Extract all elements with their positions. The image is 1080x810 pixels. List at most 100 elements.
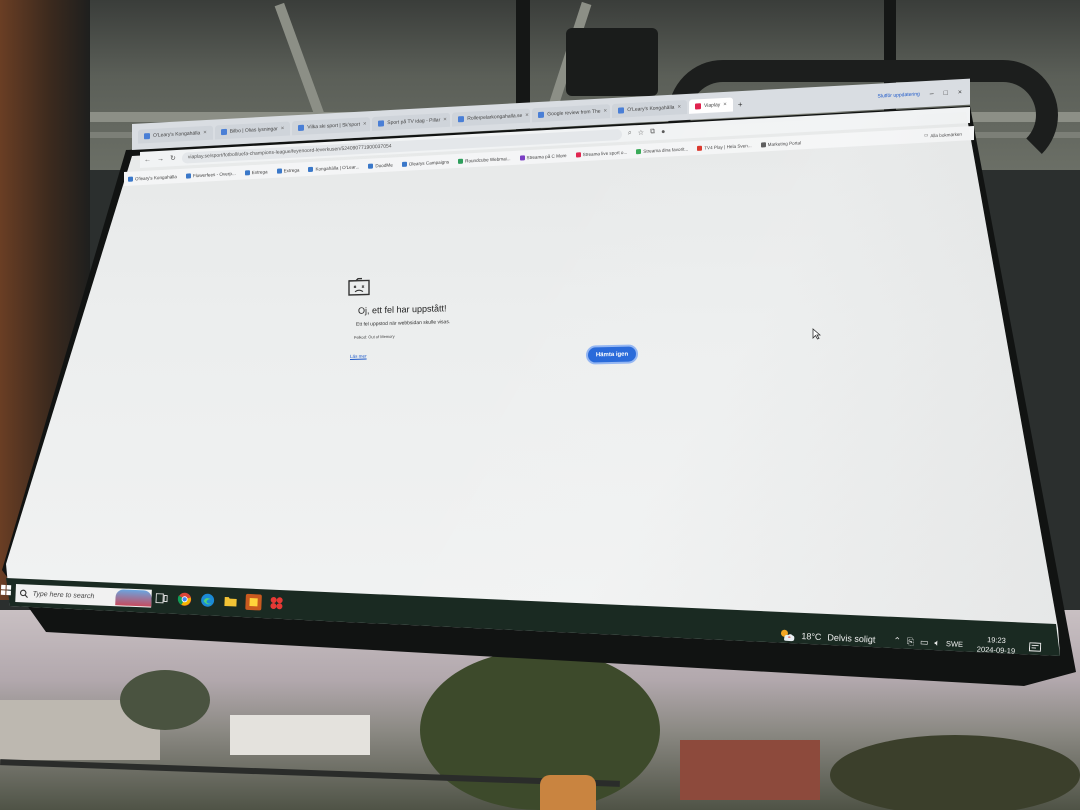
browser-tab[interactable]: Bilbo | Olias lysningar × [214,121,291,140]
tab-favicon [378,120,385,127]
browser-tab[interactable]: Sport på TV idag - Pillar × [372,112,451,131]
sticky-notes-icon[interactable] [245,593,262,611]
close-icon[interactable]: × [525,113,529,119]
tab-favicon [220,128,227,136]
close-icon[interactable]: × [281,126,285,132]
all-bookmarks-folder[interactable]: ▭ Alla bokmärken [924,131,962,139]
building [230,715,370,755]
folder-icon: ▭ [923,132,929,138]
back-arrow-icon[interactable]: ← [144,156,151,163]
task-view-icon[interactable] [153,590,170,607]
bookmark-favicon [636,148,642,154]
learn-more-link[interactable]: Läs mer [350,353,367,358]
building [680,740,820,800]
update-button[interactable]: Slutför uppdatering [878,91,920,99]
profile-icon[interactable]: ● [661,128,665,135]
reload-icon[interactable]: ↻ [170,154,176,162]
bookmark-favicon [276,167,282,174]
close-icon[interactable]: × [723,102,727,108]
bookmark-favicon [401,161,407,167]
bookmark-favicon [697,145,703,151]
weather-partly-sunny-icon[interactable] [779,628,796,643]
browser-tab-active[interactable]: Viaplay × [688,97,733,114]
app-grid-icon[interactable] [268,595,285,612]
bookmark-item[interactable]: Olearys Campaigns [401,159,449,167]
taskbar-clock[interactable]: 19:23 2024-09-19 [977,635,1016,657]
search-placeholder: Type here to search [32,590,95,600]
tab-favicon [694,103,701,110]
network-icon[interactable]: ▭ [920,636,929,647]
edge-icon[interactable] [199,592,216,609]
error-message: Oj, ett fel har uppstått! Ett fel uppsto… [348,272,548,368]
chrome-icon[interactable] [176,591,193,608]
bookmark-item[interactable]: Roundcube Webmai... [458,156,511,164]
bookmark-favicon [244,169,250,175]
tab-favicon [618,107,625,114]
bookmark-favicon [575,151,581,158]
tree [830,735,1080,810]
tab-favicon [458,116,465,123]
search-highlight-icon [115,589,152,607]
error-code: Felkod: Out of Memory [354,333,395,340]
bookmark-item[interactable]: Kongahälla | O'Lear... [308,164,359,172]
bookmark-item[interactable]: Flowerfees - Overp... [185,170,236,179]
mouse-cursor-icon [812,328,821,340]
close-window-icon[interactable]: × [958,89,962,96]
search-icon [20,589,28,598]
browser-tab[interactable]: O'Leary's Kongahälla × [612,99,687,118]
weather-description: Delvis soligt [827,632,876,645]
broken-page-icon [348,277,370,296]
bookmark-favicon [368,162,374,169]
file-explorer-icon[interactable] [222,593,239,610]
meet-now-icon[interactable]: ⎘ [907,636,915,647]
bookmark-favicon [519,154,525,161]
bookmark-favicon [760,141,766,148]
bookmark-favicon [128,176,133,182]
bookmark-item[interactable]: O'leary's Kongahälla [128,174,177,182]
input-language[interactable]: SWE [946,639,964,649]
close-icon[interactable]: × [443,117,447,123]
bookmark-item[interactable]: Marketing Portal [760,140,801,148]
error-title: Oj, ett fel har uppstått! [358,303,447,316]
bookmark-item[interactable]: Extrega [244,169,268,175]
star-icon[interactable]: ☆ [638,129,644,137]
bookmark-favicon [308,166,314,172]
ceiling-projector [566,28,658,96]
window-controls: – □ × [930,89,962,98]
tab-favicon [538,111,545,118]
browser-tab[interactable]: O'Leary's Kongahälla × [138,125,213,144]
browser-tab[interactable]: Google review from The × [532,104,611,123]
tab-favicon [298,124,305,131]
bookmark-favicon [458,158,464,164]
chevron-up-icon[interactable]: ⌃ [893,635,901,646]
close-icon[interactable]: × [604,108,608,114]
bookmark-item[interactable]: TV4 Play | Hela Sven... [697,143,752,151]
volume-icon[interactable]: 🔈︎ [934,637,940,648]
bookmark-item[interactable]: Extrega [276,167,299,174]
weather-temperature: 18°C [801,631,822,643]
error-description: Ett fel uppstod när webbsidan skulle vis… [356,319,451,328]
close-icon[interactable]: × [203,130,207,136]
bookmark-item[interactable]: Streama live sport o... [575,149,627,158]
windows-start-icon[interactable] [0,583,12,597]
bookmark-item[interactable]: DoodMe [368,162,393,169]
tab-favicon [144,133,150,140]
zoom-icon[interactable]: ⌕ [628,129,632,137]
new-tab-button[interactable]: + [735,99,746,109]
browser-tab[interactable]: Vilka ski sport | Sk'sport × [292,117,371,136]
bookmark-item[interactable]: Streama på C More [519,153,567,161]
extensions-icon[interactable]: ⧉ [650,128,655,136]
bookmark-item[interactable]: Streama dina favorit... [636,146,688,154]
maximize-icon[interactable]: □ [944,89,948,96]
bookmark-favicon [185,172,191,179]
clock-date: 2024-09-19 [976,644,1016,656]
table-lamp [540,775,596,810]
close-icon[interactable]: × [677,104,681,110]
reload-button[interactable]: Hämta igen [586,344,638,365]
tree [120,670,210,730]
browser-tab[interactable]: Rollerpelarkongahalla.se × [452,108,531,127]
notification-center-icon[interactable] [1029,642,1042,653]
forward-arrow-icon[interactable]: → [157,155,164,162]
minimize-icon[interactable]: – [930,90,934,97]
close-icon[interactable]: × [363,121,367,127]
